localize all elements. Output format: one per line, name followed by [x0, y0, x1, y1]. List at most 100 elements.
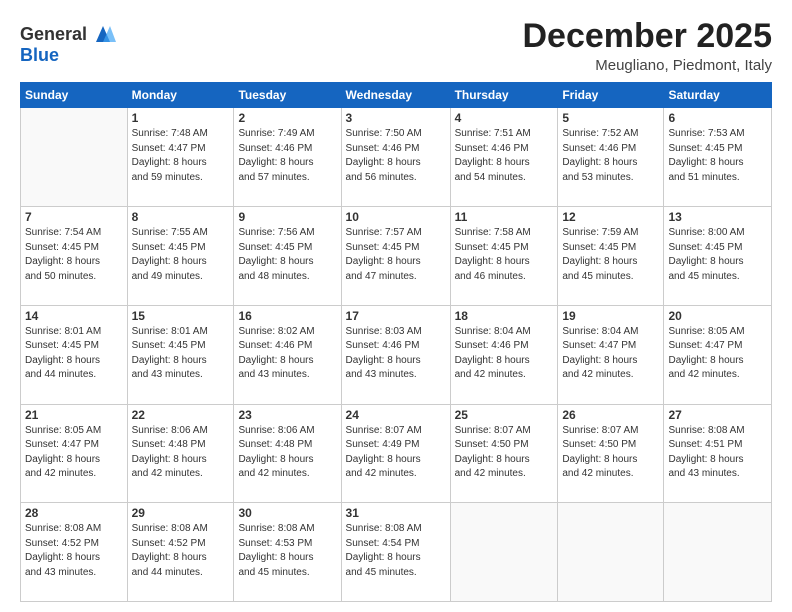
- cell-content: Sunrise: 8:05 AM Sunset: 4:47 PM Dayligh…: [668, 325, 767, 383]
- day-number: 14: [25, 309, 123, 323]
- calendar-cell: 23Sunrise: 8:06 AM Sunset: 4:48 PM Dayli…: [234, 404, 341, 503]
- calendar-cell: 2 Sunrise: 7:49 AM Sunset: 4:46 PM Daylig…: [234, 108, 341, 207]
- weekday-header-friday: Friday: [558, 83, 664, 108]
- calendar-cell: 7 Sunrise: 7:54 AM Sunset: 4:45 PM Daylig…: [21, 207, 128, 306]
- cell-content: Sunrise: 7:55 AM Sunset: 4:45 PM Dayligh…: [132, 226, 230, 284]
- calendar-cell: 24 Sunrise: 8:07 AM Sunset: 4:49 PM Dayli…: [341, 404, 450, 503]
- calendar-cell: 4 Sunrise: 7:51 AM Sunset: 4:46 PM Daylig…: [450, 108, 558, 207]
- cell-content: Sunrise: 7:57 AM Sunset: 4:45 PM Dayligh…: [346, 226, 446, 284]
- day-number: 3: [346, 111, 446, 125]
- logo: General Blue: [20, 22, 116, 66]
- day-number: 22: [132, 408, 230, 422]
- cell-content: Sunrise: 7:51 AM Sunset: 4:46 PM Dayligh…: [455, 127, 554, 185]
- calendar-cell: 26Sunrise: 8:07 AM Sunset: 4:50 PM Dayli…: [558, 404, 664, 503]
- day-number: 11: [455, 210, 554, 224]
- calendar-cell: 16Sunrise: 8:02 AM Sunset: 4:46 PM Dayli…: [234, 305, 341, 404]
- calendar-cell: 31Sunrise: 8:08 AM Sunset: 4:54 PM Dayli…: [341, 503, 450, 602]
- calendar-cell: 22 Sunrise: 8:06 AM Sunset: 4:48 PM Dayli…: [127, 404, 234, 503]
- location-subtitle: Meugliano, Piedmont, Italy: [522, 57, 772, 74]
- calendar-cell: 29Sunrise: 8:08 AM Sunset: 4:52 PM Dayli…: [127, 503, 234, 602]
- weekday-header-row: SundayMondayTuesdayWednesdayThursdayFrid…: [21, 83, 772, 108]
- calendar-cell: 8 Sunrise: 7:55 AM Sunset: 4:45 PM Daylig…: [127, 207, 234, 306]
- cell-content: Sunrise: 7:53 AM Sunset: 4:45 PM Dayligh…: [668, 127, 767, 185]
- calendar-table: SundayMondayTuesdayWednesdayThursdayFrid…: [20, 82, 772, 602]
- cell-content: Sunrise: 8:08 AM Sunset: 4:52 PM Dayligh…: [25, 522, 123, 580]
- calendar-cell: 25 Sunrise: 8:07 AM Sunset: 4:50 PM Dayli…: [450, 404, 558, 503]
- cell-content: Sunrise: 8:08 AM Sunset: 4:53 PM Dayligh…: [238, 522, 336, 580]
- day-number: 24: [346, 408, 446, 422]
- day-number: 15: [132, 309, 230, 323]
- page: General Blue December 2025 Meugliano, Pi…: [0, 0, 792, 612]
- day-number: 17: [346, 309, 446, 323]
- calendar-cell: [558, 503, 664, 602]
- calendar-cell: 6 Sunrise: 7:53 AM Sunset: 4:45 PM Daylig…: [664, 108, 772, 207]
- weekday-header-saturday: Saturday: [664, 83, 772, 108]
- day-number: 28: [25, 506, 123, 520]
- weekday-header-tuesday: Tuesday: [234, 83, 341, 108]
- weekday-header-sunday: Sunday: [21, 83, 128, 108]
- cell-content: Sunrise: 7:59 AM Sunset: 4:45 PM Dayligh…: [562, 226, 659, 284]
- day-number: 7: [25, 210, 123, 224]
- calendar-cell: 20 Sunrise: 8:05 AM Sunset: 4:47 PM Dayli…: [664, 305, 772, 404]
- calendar-cell: 10 Sunrise: 7:57 AM Sunset: 4:45 PM Dayli…: [341, 207, 450, 306]
- calendar-cell: 28 Sunrise: 8:08 AM Sunset: 4:52 PM Dayli…: [21, 503, 128, 602]
- cell-content: Sunrise: 8:01 AM Sunset: 4:45 PM Dayligh…: [25, 325, 123, 383]
- day-number: 2: [238, 111, 336, 125]
- cell-content: Sunrise: 8:07 AM Sunset: 4:49 PM Dayligh…: [346, 424, 446, 482]
- logo-text-blue: Blue: [20, 45, 59, 65]
- cell-content: Sunrise: 8:08 AM Sunset: 4:51 PM Dayligh…: [668, 424, 767, 482]
- month-title: December 2025: [522, 18, 772, 55]
- day-number: 25: [455, 408, 554, 422]
- title-block: December 2025 Meugliano, Piedmont, Italy: [522, 18, 772, 74]
- cell-content: Sunrise: 8:06 AM Sunset: 4:48 PM Dayligh…: [132, 424, 230, 482]
- calendar-cell: 27Sunrise: 8:08 AM Sunset: 4:51 PM Dayli…: [664, 404, 772, 503]
- calendar-cell: [664, 503, 772, 602]
- calendar-cell: 18 Sunrise: 8:04 AM Sunset: 4:46 PM Dayli…: [450, 305, 558, 404]
- cell-content: Sunrise: 7:54 AM Sunset: 4:45 PM Dayligh…: [25, 226, 123, 284]
- logo-icon: [90, 22, 116, 48]
- weekday-header-monday: Monday: [127, 83, 234, 108]
- calendar-cell: 12 Sunrise: 7:59 AM Sunset: 4:45 PM Dayli…: [558, 207, 664, 306]
- calendar-cell: 1 Sunrise: 7:48 AM Sunset: 4:47 PM Daylig…: [127, 108, 234, 207]
- day-number: 4: [455, 111, 554, 125]
- cell-content: Sunrise: 8:05 AM Sunset: 4:47 PM Dayligh…: [25, 424, 123, 482]
- cell-content: Sunrise: 8:03 AM Sunset: 4:46 PM Dayligh…: [346, 325, 446, 383]
- calendar-week-5: 28 Sunrise: 8:08 AM Sunset: 4:52 PM Dayli…: [21, 503, 772, 602]
- cell-content: Sunrise: 8:07 AM Sunset: 4:50 PM Dayligh…: [455, 424, 554, 482]
- calendar-cell: [450, 503, 558, 602]
- calendar-cell: 21 Sunrise: 8:05 AM Sunset: 4:47 PM Dayli…: [21, 404, 128, 503]
- weekday-header-thursday: Thursday: [450, 83, 558, 108]
- day-number: 8: [132, 210, 230, 224]
- day-number: 6: [668, 111, 767, 125]
- day-number: 10: [346, 210, 446, 224]
- cell-content: Sunrise: 8:04 AM Sunset: 4:46 PM Dayligh…: [455, 325, 554, 383]
- calendar-cell: 30 Sunrise: 8:08 AM Sunset: 4:53 PM Dayli…: [234, 503, 341, 602]
- cell-content: Sunrise: 7:49 AM Sunset: 4:46 PM Dayligh…: [238, 127, 336, 185]
- header: General Blue December 2025 Meugliano, Pi…: [20, 18, 772, 74]
- calendar-cell: 11 Sunrise: 7:58 AM Sunset: 4:45 PM Dayli…: [450, 207, 558, 306]
- calendar-cell: 14 Sunrise: 8:01 AM Sunset: 4:45 PM Dayli…: [21, 305, 128, 404]
- day-number: 5: [562, 111, 659, 125]
- cell-content: Sunrise: 7:58 AM Sunset: 4:45 PM Dayligh…: [455, 226, 554, 284]
- day-number: 18: [455, 309, 554, 323]
- calendar-cell: 17 Sunrise: 8:03 AM Sunset: 4:46 PM Dayli…: [341, 305, 450, 404]
- calendar-cell: 13Sunrise: 8:00 AM Sunset: 4:45 PM Dayli…: [664, 207, 772, 306]
- calendar-cell: [21, 108, 128, 207]
- calendar-cell: 15Sunrise: 8:01 AM Sunset: 4:45 PM Dayli…: [127, 305, 234, 404]
- cell-content: Sunrise: 7:52 AM Sunset: 4:46 PM Dayligh…: [562, 127, 659, 185]
- day-number: 20: [668, 309, 767, 323]
- day-number: 12: [562, 210, 659, 224]
- cell-content: Sunrise: 8:00 AM Sunset: 4:45 PM Dayligh…: [668, 226, 767, 284]
- day-number: 19: [562, 309, 659, 323]
- day-number: 9: [238, 210, 336, 224]
- day-number: 21: [25, 408, 123, 422]
- calendar-week-3: 14 Sunrise: 8:01 AM Sunset: 4:45 PM Dayli…: [21, 305, 772, 404]
- cell-content: Sunrise: 7:56 AM Sunset: 4:45 PM Dayligh…: [238, 226, 336, 284]
- day-number: 1: [132, 111, 230, 125]
- calendar-cell: 5 Sunrise: 7:52 AM Sunset: 4:46 PM Daylig…: [558, 108, 664, 207]
- calendar-week-1: 1 Sunrise: 7:48 AM Sunset: 4:47 PM Daylig…: [21, 108, 772, 207]
- cell-content: Sunrise: 7:48 AM Sunset: 4:47 PM Dayligh…: [132, 127, 230, 185]
- day-number: 31: [346, 506, 446, 520]
- day-number: 30: [238, 506, 336, 520]
- day-number: 23: [238, 408, 336, 422]
